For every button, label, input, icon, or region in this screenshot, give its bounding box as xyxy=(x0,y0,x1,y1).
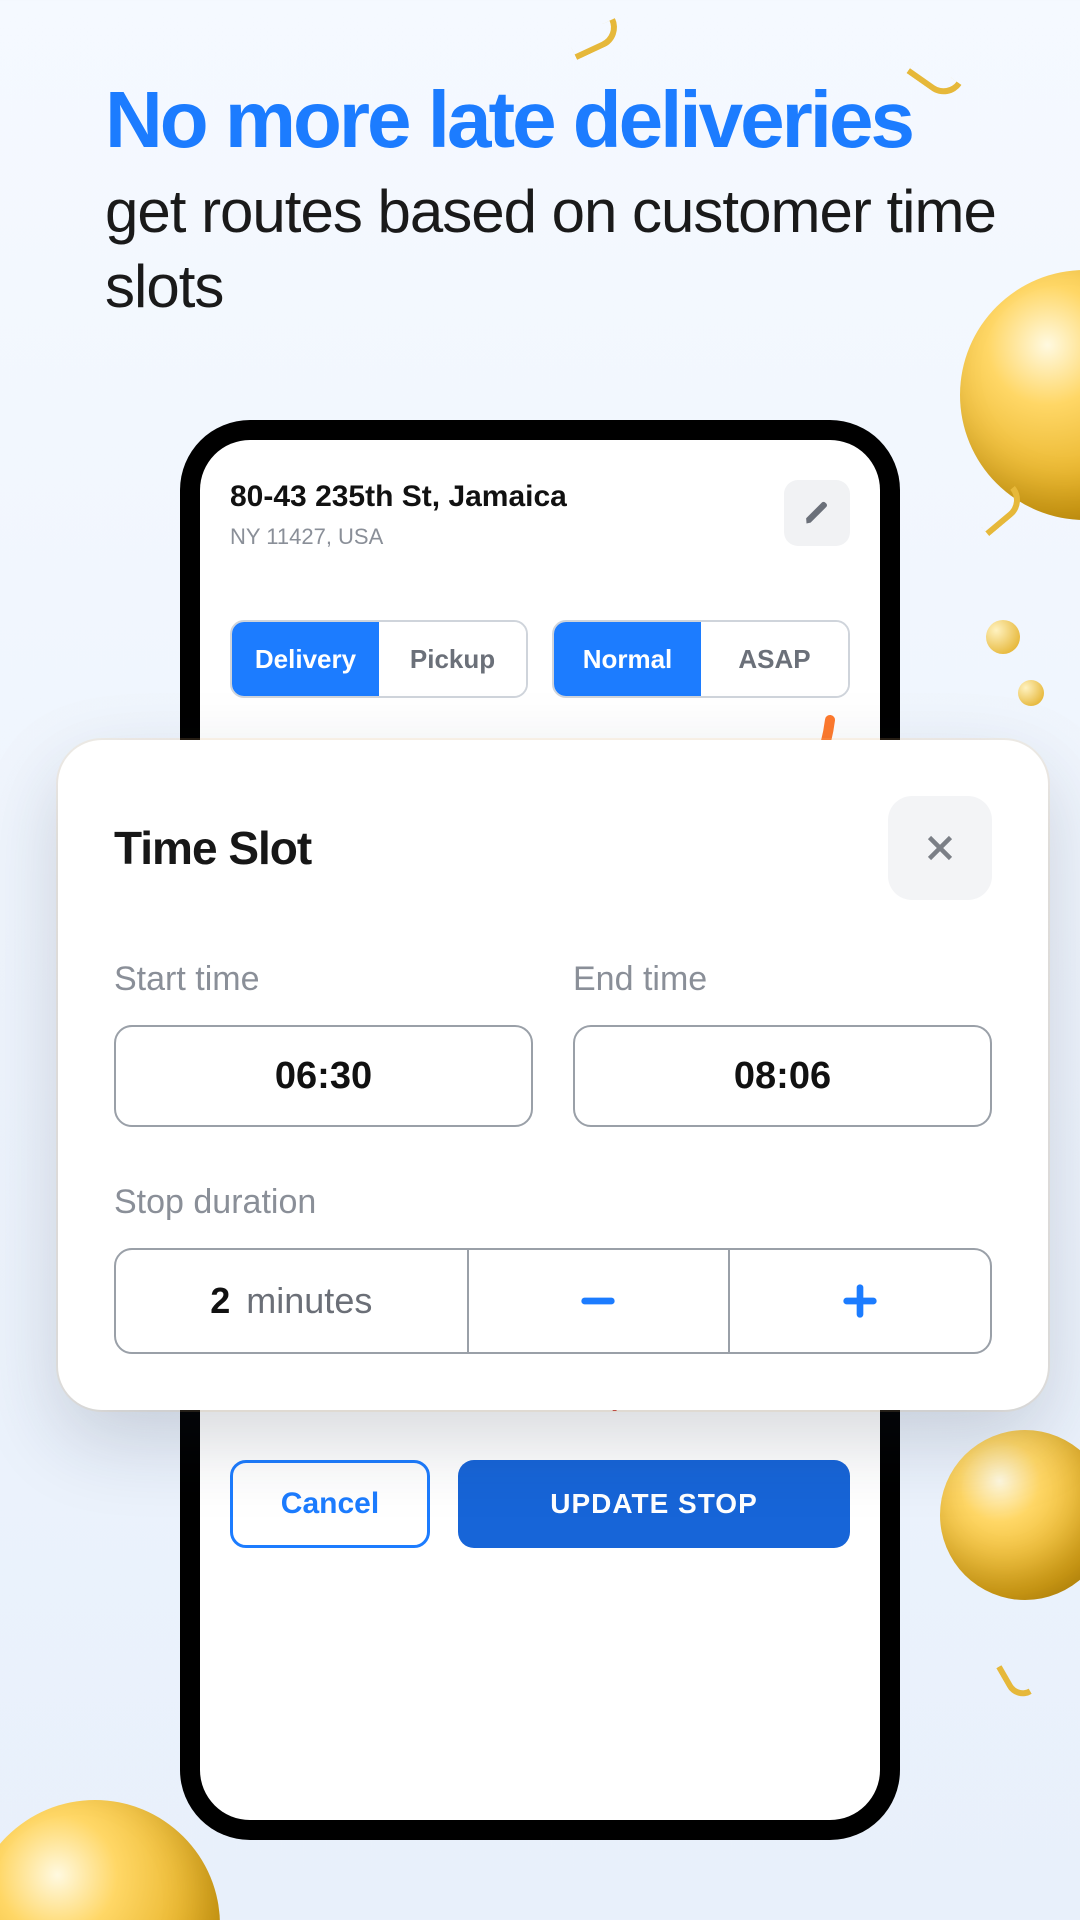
marketing-headline: No more late deliveries get routes based… xyxy=(105,80,1020,324)
confetti-dot xyxy=(986,620,1020,654)
balloon-decoration xyxy=(940,1430,1080,1600)
address-line2: NY 11427, USA xyxy=(230,524,567,550)
update-stop-button[interactable]: UPDATE STOP xyxy=(458,1460,850,1548)
confetti-ribbon xyxy=(996,1659,1032,1703)
plus-icon xyxy=(840,1281,880,1321)
headline-subtitle: get routes based on customer time slots xyxy=(105,174,1020,324)
confetti-dot xyxy=(1018,680,1044,706)
toggle-delivery[interactable]: Delivery xyxy=(232,622,379,696)
close-icon xyxy=(922,830,958,866)
toggle-pickup[interactable]: Pickup xyxy=(379,622,526,696)
duration-unit: minutes xyxy=(246,1280,372,1322)
toggle-asap[interactable]: ASAP xyxy=(701,622,848,696)
priority-toggle: Normal ASAP xyxy=(552,620,850,698)
cancel-button[interactable]: Cancel xyxy=(230,1460,430,1548)
confetti-ribbon xyxy=(568,18,624,60)
duration-stepper: 2 minutes xyxy=(114,1248,992,1354)
toggle-normal[interactable]: Normal xyxy=(554,622,701,696)
time-slot-panel: Time Slot Start time 06:30 End time 08:0… xyxy=(58,740,1048,1410)
edit-button[interactable] xyxy=(784,480,850,546)
panel-title: Time Slot xyxy=(114,821,311,875)
pencil-icon xyxy=(803,499,831,527)
minus-icon xyxy=(578,1281,618,1321)
start-time-label: Start time xyxy=(114,960,533,999)
duration-increment-button[interactable] xyxy=(728,1250,990,1352)
duration-number: 2 xyxy=(210,1280,230,1322)
headline-title: No more late deliveries xyxy=(105,80,1020,160)
end-time-input[interactable]: 08:06 xyxy=(573,1025,992,1127)
duration-value: 2 minutes xyxy=(116,1250,467,1352)
address-line1: 80-43 235th St, Jamaica xyxy=(230,480,567,514)
duration-decrement-button[interactable] xyxy=(467,1250,729,1352)
balloon-decoration xyxy=(0,1800,220,1920)
address-block: 80-43 235th St, Jamaica NY 11427, USA xyxy=(230,480,567,550)
start-time-input[interactable]: 06:30 xyxy=(114,1025,533,1127)
type-toggle: Delivery Pickup xyxy=(230,620,528,698)
close-button[interactable] xyxy=(888,796,992,900)
end-time-label: End time xyxy=(573,960,992,999)
duration-label: Stop duration xyxy=(58,1127,1048,1222)
